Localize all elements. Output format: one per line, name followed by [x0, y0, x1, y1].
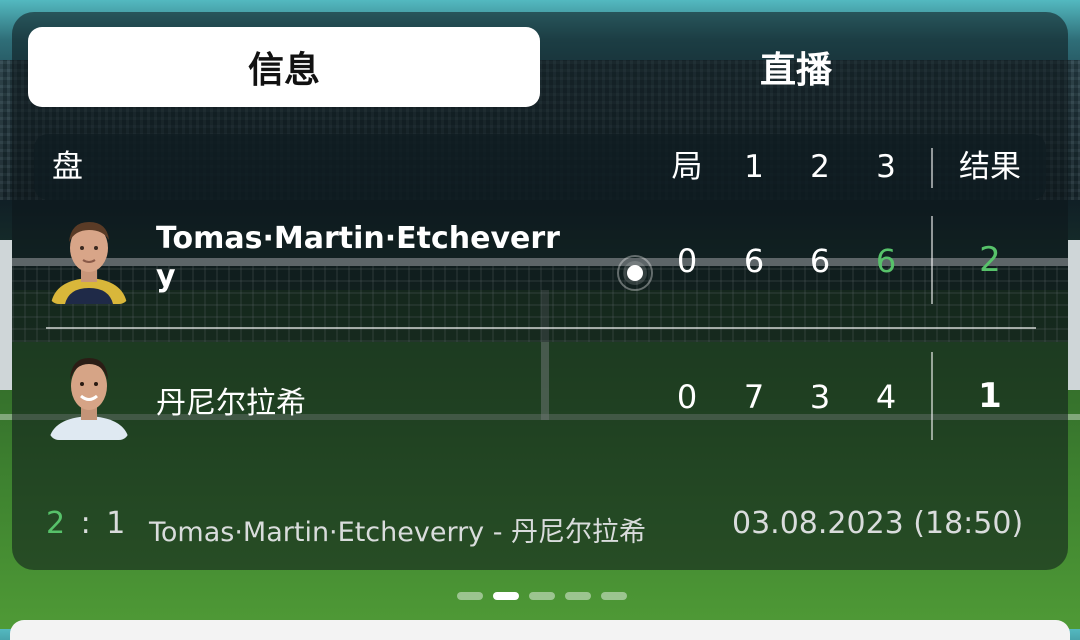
player-2-result: 1: [978, 376, 1002, 416]
player-2-set-2: 3: [809, 378, 831, 416]
row-2-divider: [931, 352, 933, 440]
player-2-set-3: 4: [875, 378, 897, 416]
header-divider: [931, 148, 933, 188]
player-2-name: 丹尼尔拉希: [156, 386, 306, 421]
player-2-avatar: [49, 350, 129, 440]
player-1-set-3: 6: [875, 242, 897, 280]
player-2-games: 0: [676, 378, 698, 416]
player-1-games: 0: [676, 242, 698, 280]
games-header-label: 局: [671, 149, 703, 185]
match-card: 信息 直播 盘 局 1 2 3 结果 Tomas·Martin·Etchever…: [12, 12, 1068, 570]
tab-info[interactable]: 信息: [28, 27, 540, 107]
footer-score-away: 1: [106, 506, 126, 541]
result-header-label: 结果: [959, 149, 1021, 185]
row-separator: [46, 327, 1036, 329]
set-2-header: 2: [810, 149, 830, 185]
serving-indicator-icon: [616, 254, 654, 292]
tab-live[interactable]: 直播: [540, 27, 1052, 107]
net-post-left: [0, 240, 12, 390]
player-2-set-1: 7: [743, 378, 765, 416]
page-dot-active[interactable]: [493, 592, 519, 600]
footer-score-home: 2: [46, 506, 66, 541]
bottom-sheet-edge: [10, 620, 1070, 640]
player-1-name: Tomas·Martin·Etcheverr y: [156, 221, 560, 294]
player-1-result: 2: [979, 240, 1001, 280]
page-indicator: [457, 592, 627, 600]
footer-match-title: Tomas·Martin·Etcheverry - 丹尼尔拉希: [149, 517, 647, 548]
page-dot[interactable]: [457, 592, 483, 600]
page-dot[interactable]: [601, 592, 627, 600]
row-1-divider: [931, 216, 933, 304]
set-header-label: 盘: [52, 149, 83, 185]
set-3-header: 3: [876, 149, 896, 185]
footer-datetime: 03.08.2023 (18:50): [732, 506, 1024, 541]
page-dot[interactable]: [565, 592, 591, 600]
player-1-avatar: [49, 214, 129, 304]
segmented-tabs: 信息 直播: [28, 27, 1052, 107]
player-1-set-2: 6: [809, 242, 831, 280]
match-score-summary: 2 : 1: [46, 506, 125, 541]
player-1-set-1: 6: [743, 242, 765, 280]
set-1-header: 1: [744, 149, 764, 185]
net-post-right: [1068, 240, 1080, 390]
page-dot[interactable]: [529, 592, 555, 600]
score-table-header: 盘 局 1 2 3 结果: [34, 134, 1046, 200]
footer-score-separator: :: [80, 506, 91, 541]
